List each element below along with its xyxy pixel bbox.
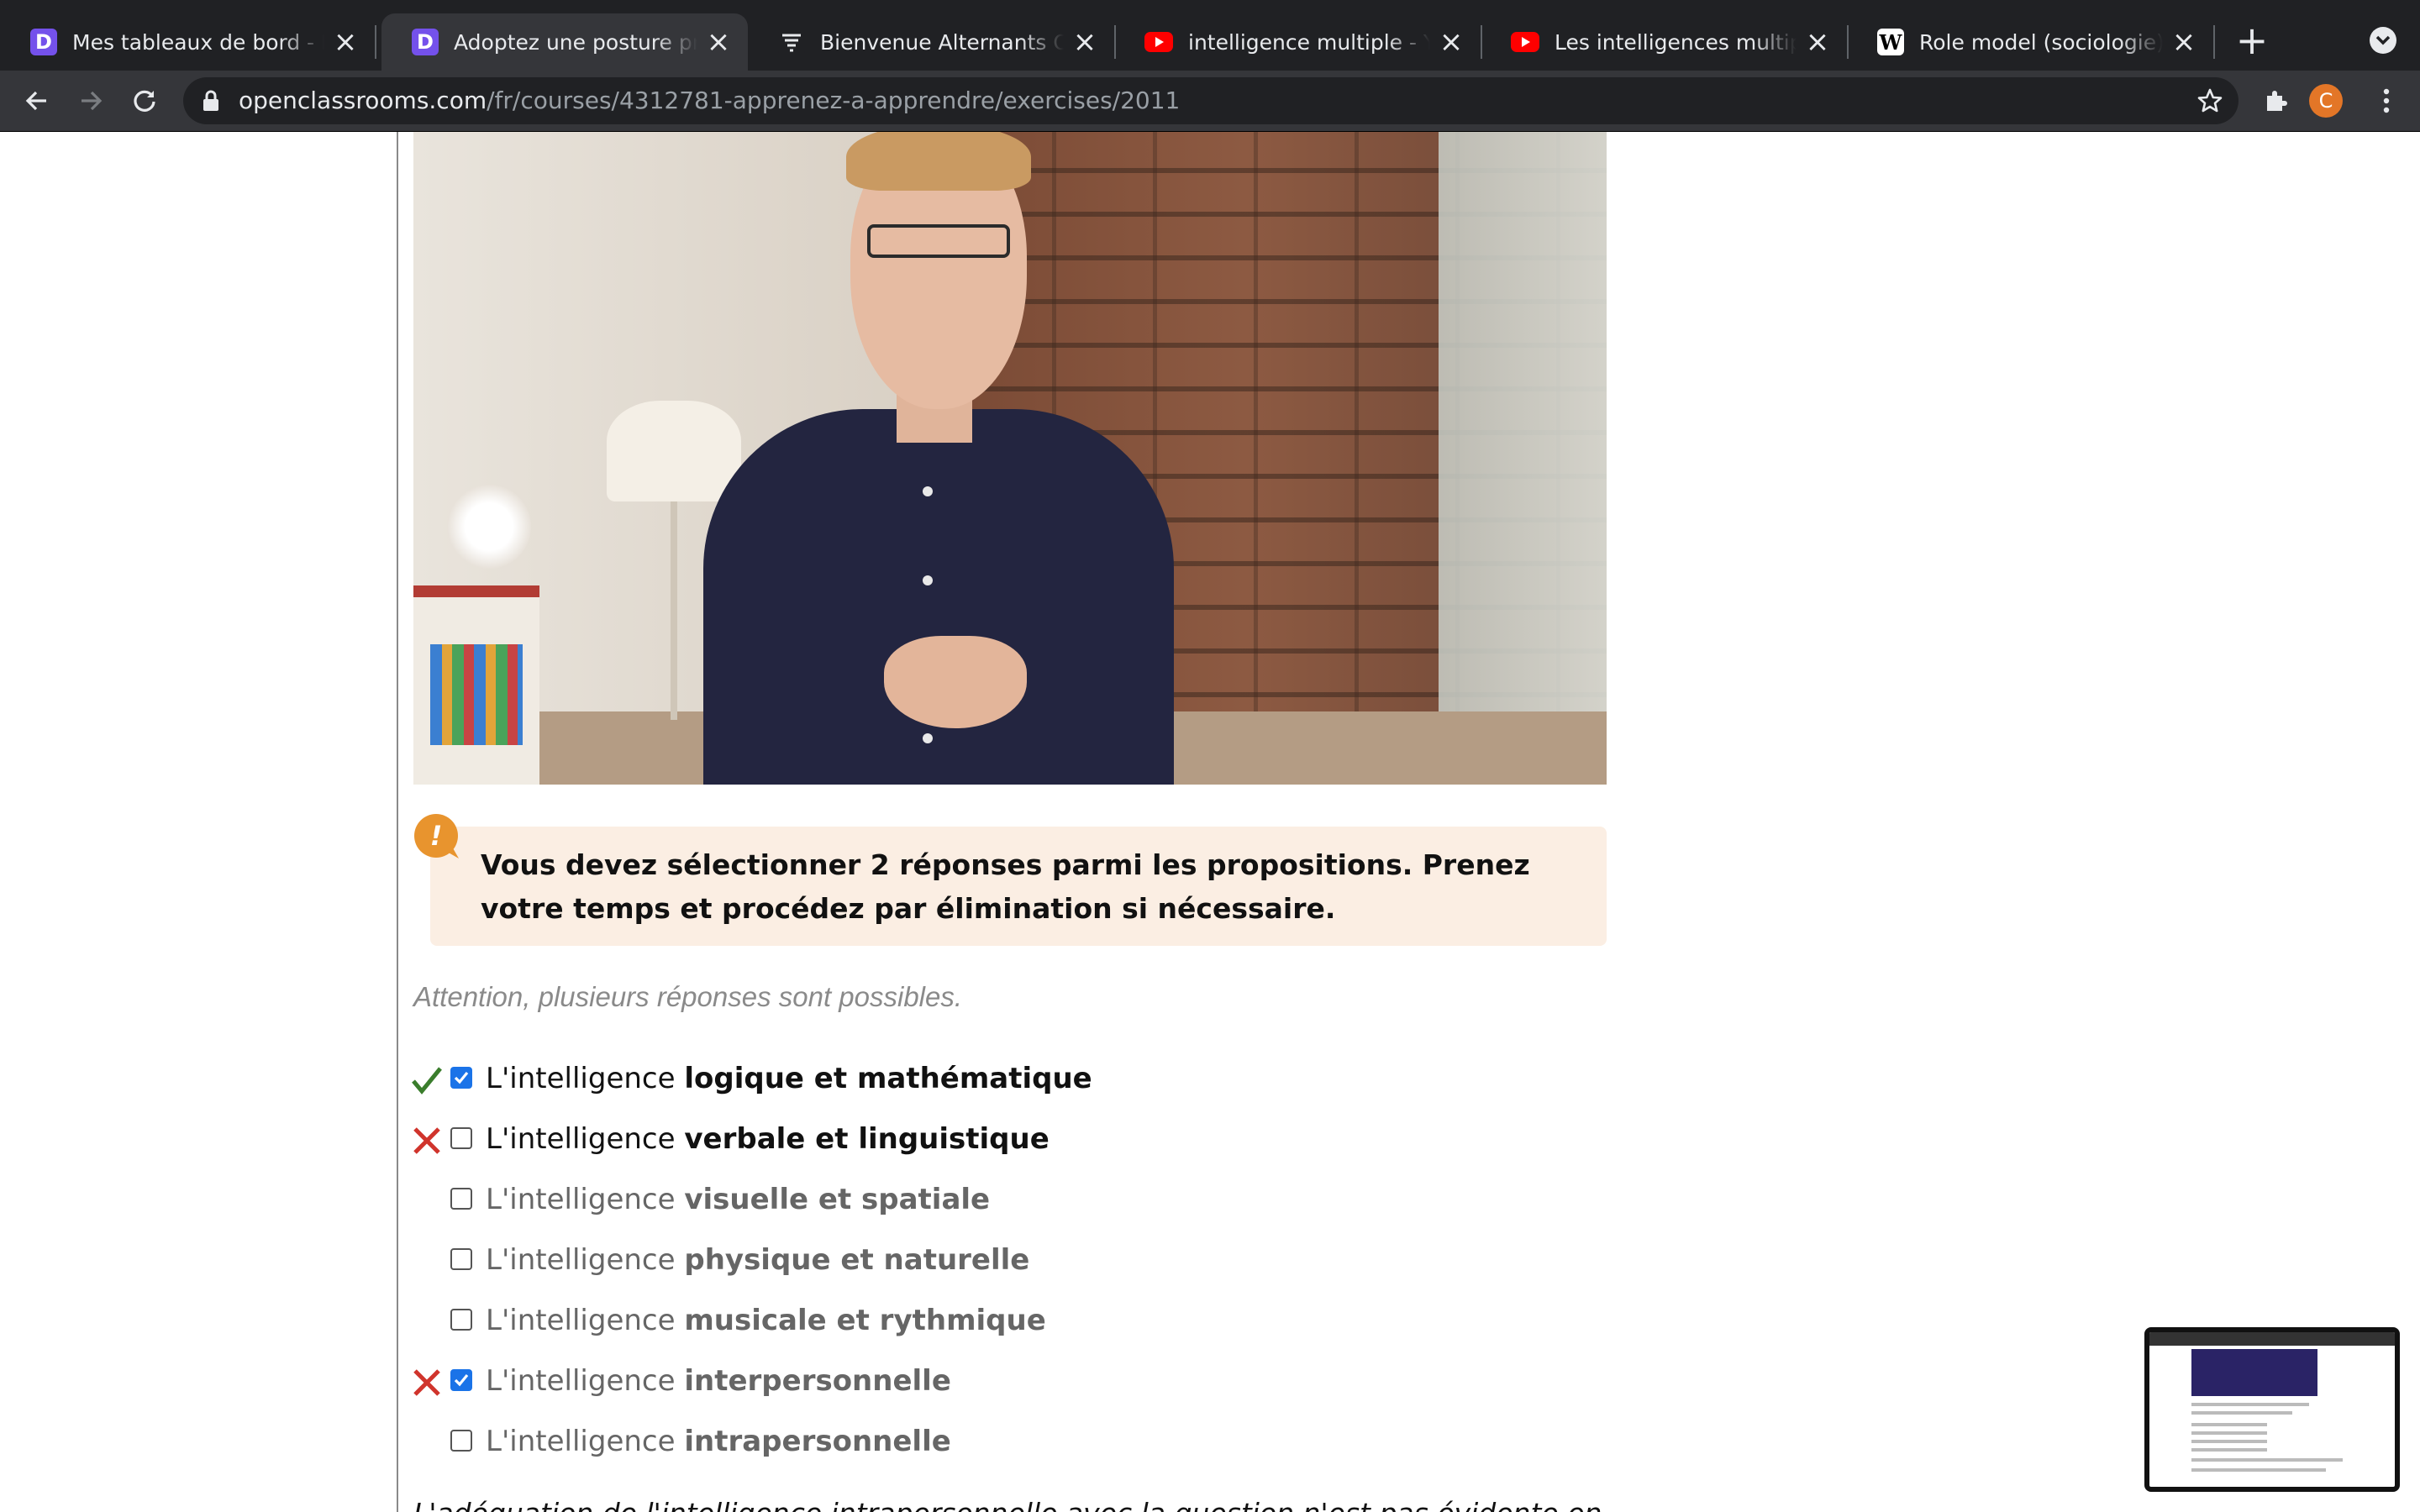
explanation-text: L'adéquation de l'intelligence intrapers… xyxy=(413,1497,1607,1512)
bookmark-star-icon[interactable] xyxy=(2196,87,2223,114)
browser-tab-bar: D Mes tableaux de bord - Mon × D Adoptez… xyxy=(0,0,2420,71)
answer-label: musicale et rythmique xyxy=(684,1304,1046,1337)
browser-tab-4[interactable]: intelligence multiple - YouTube × xyxy=(1114,13,1481,71)
browser-tab-6[interactable]: W Role model (sociologie) — Wikipédia × xyxy=(1847,13,2213,71)
svg-text:!: ! xyxy=(430,820,443,852)
reload-icon xyxy=(134,90,155,112)
answer-option[interactable]: L'intelligence visuelle et spatiale xyxy=(410,1174,1586,1225)
answer-checkbox[interactable] xyxy=(450,1188,472,1210)
tab-title: Les intelligences multiples : xyxy=(1555,29,1797,55)
cross-icon xyxy=(413,1127,440,1154)
screen-preview-thumbnail[interactable] xyxy=(2144,1327,2400,1492)
tab-title: Mes tableaux de bord - Mon xyxy=(72,29,324,55)
browser-menu-button[interactable] xyxy=(2368,82,2405,119)
multiple-answers-hint: Attention, plusieurs réponses sont possi… xyxy=(413,981,963,1012)
answer-checkbox[interactable] xyxy=(450,1369,472,1391)
answer-option[interactable]: L'intelligence intrapersonnelle xyxy=(410,1416,1586,1467)
browser-tab-5[interactable]: Les intelligences multiples : × xyxy=(1481,13,1847,71)
answer-prefix: L'intelligence xyxy=(486,1183,676,1216)
youtube-icon xyxy=(1511,32,1539,52)
lock-icon[interactable] xyxy=(202,89,220,113)
answer-checkbox[interactable] xyxy=(450,1430,472,1452)
browser-tab-2[interactable]: D Adoptez une posture propice × xyxy=(381,13,748,71)
tab-title: Role model (sociologie) — Wikipédia xyxy=(1919,29,2163,55)
explanation-text-cut: L'adéquation de l'intelligence intrapers… xyxy=(413,1497,1607,1512)
answer-label: logique et mathématique xyxy=(684,1062,1092,1095)
more-vertical-icon xyxy=(2383,88,2390,113)
forward-button[interactable] xyxy=(72,82,109,119)
answer-checkbox[interactable] xyxy=(450,1127,472,1149)
tab-title: intelligence multiple - YouTube xyxy=(1188,29,1430,55)
close-icon[interactable]: × xyxy=(333,28,358,56)
wr-icon xyxy=(778,29,805,55)
answer-prefix: L'intelligence xyxy=(486,1304,676,1337)
tab-search-button[interactable] xyxy=(2370,27,2396,54)
answer-option[interactable]: L'intelligence interpersonnelle xyxy=(410,1356,1586,1406)
cross-icon xyxy=(413,1369,440,1396)
answer-option[interactable]: L'intelligence verbale et linguistique xyxy=(410,1114,1586,1164)
browser-tab-3[interactable]: Bienvenue Alternants OpenC × xyxy=(748,13,1114,71)
openclassrooms-icon: D xyxy=(30,29,57,55)
close-icon[interactable]: × xyxy=(706,28,731,56)
url-host: openclassrooms.com xyxy=(239,87,487,114)
instruction-callout: Vous devez sélectionner 2 réponses parmi… xyxy=(430,827,1607,946)
exercise-video[interactable] xyxy=(413,132,1607,785)
answer-checkbox[interactable] xyxy=(450,1248,472,1270)
tab-title: Bienvenue Alternants OpenC xyxy=(820,29,1064,55)
answer-option[interactable]: L'intelligence musicale et rythmique xyxy=(410,1295,1586,1346)
browser-tab-1[interactable]: D Mes tableaux de bord - Mon × xyxy=(0,13,375,71)
answer-label: verbale et linguistique xyxy=(684,1122,1050,1156)
answer-option[interactable]: L'intelligence logique et mathématique xyxy=(410,1053,1586,1104)
answer-prefix: L'intelligence xyxy=(486,1122,676,1156)
answer-checkbox[interactable] xyxy=(450,1309,472,1331)
answer-prefix: L'intelligence xyxy=(486,1243,676,1277)
wikipedia-icon: W xyxy=(1877,29,1904,55)
youtube-icon xyxy=(1144,32,1173,52)
puzzle-icon xyxy=(2267,91,2287,111)
chevron-down-icon xyxy=(2375,35,2391,45)
arrow-left-icon xyxy=(25,91,46,111)
answer-prefix: L'intelligence xyxy=(486,1364,676,1398)
answer-checkbox[interactable] xyxy=(450,1067,472,1089)
presenter xyxy=(703,409,1174,785)
profile-avatar[interactable]: C xyxy=(2309,84,2343,118)
url-text[interactable]: openclassrooms.com/fr/courses/4312781-ap… xyxy=(239,86,1180,116)
answer-prefix: L'intelligence xyxy=(486,1062,676,1095)
check-icon xyxy=(412,1067,442,1095)
content-border xyxy=(397,132,398,1512)
flower-decor xyxy=(447,485,531,569)
answer-label: intrapersonnelle xyxy=(684,1425,951,1458)
answer-label: visuelle et spatiale xyxy=(684,1183,991,1216)
browser-toolbar: openclassrooms.com/fr/courses/4312781-ap… xyxy=(0,71,2420,132)
new-tab-button[interactable]: + xyxy=(2235,21,2269,60)
back-button[interactable] xyxy=(18,82,55,119)
openclassrooms-icon: D xyxy=(412,29,439,55)
tab-divider xyxy=(375,25,376,59)
answer-option[interactable]: L'intelligence physique et naturelle xyxy=(410,1235,1586,1285)
close-icon[interactable]: × xyxy=(1439,28,1464,56)
answer-label: physique et naturelle xyxy=(684,1243,1030,1277)
close-icon[interactable]: × xyxy=(1072,28,1097,56)
callout-text: Vous devez sélectionner 2 réponses parmi… xyxy=(481,848,1530,925)
answer-label: interpersonnelle xyxy=(684,1364,951,1398)
close-icon[interactable]: × xyxy=(2171,28,2196,56)
arrow-right-icon xyxy=(82,91,103,111)
reload-button[interactable] xyxy=(126,82,163,119)
warning-icon: ! xyxy=(414,814,459,858)
close-icon[interactable]: × xyxy=(1805,28,1830,56)
tab-divider xyxy=(2213,25,2215,59)
lamp xyxy=(607,401,741,501)
address-bar[interactable]: openclassrooms.com/fr/courses/4312781-ap… xyxy=(183,77,2238,124)
extensions-button[interactable] xyxy=(2257,82,2294,119)
url-path: /fr/courses/4312781-apprenez-a-apprendre… xyxy=(487,87,1181,114)
answer-prefix: L'intelligence xyxy=(486,1425,676,1458)
tab-title: Adoptez une posture propice xyxy=(454,29,697,55)
